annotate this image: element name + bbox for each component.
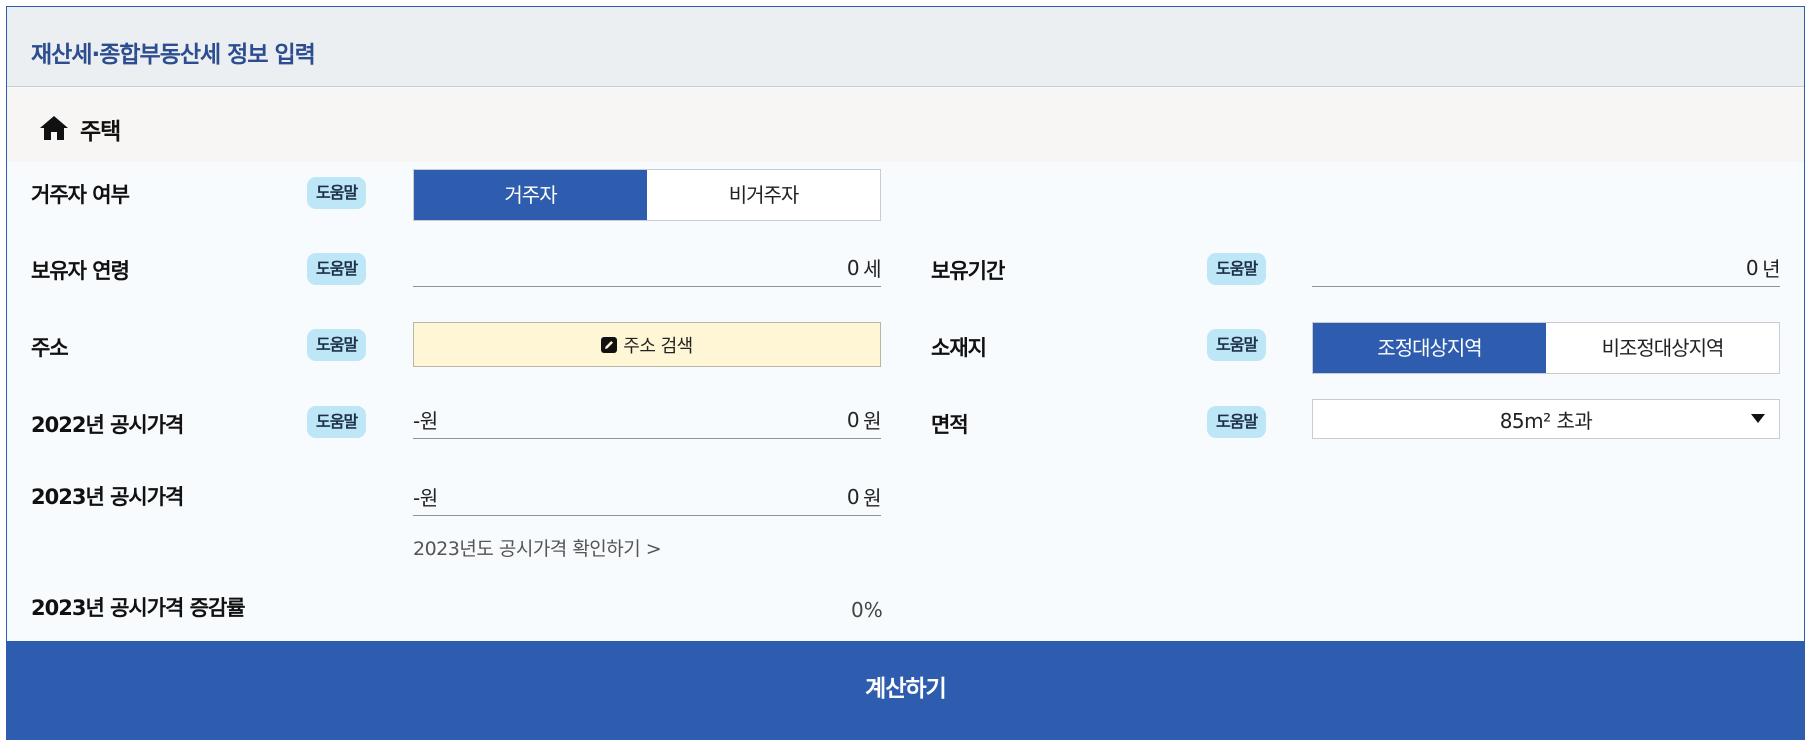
- price-2023-unit: 원: [863, 486, 881, 510]
- area-selected-value: 85m² 초과: [1499, 408, 1593, 433]
- change-rate-value: 0%: [851, 598, 883, 622]
- holding-period-value: 0: [1745, 255, 1759, 280]
- price-2023-check-link[interactable]: 2023년도 공시가격 확인하기 >: [413, 534, 662, 561]
- holding-period-input[interactable]: 0 년: [1312, 249, 1780, 287]
- owner-age-value: 0: [846, 255, 860, 280]
- owner-age-input[interactable]: 0 세: [413, 249, 881, 287]
- holding-period-label: 보유기간: [931, 259, 1005, 283]
- change-rate-label: 2023년 공시가격 증감률: [31, 596, 246, 620]
- calculate-button[interactable]: 계산하기: [7, 641, 1804, 739]
- owner-age-unit: 세: [863, 257, 881, 281]
- price-2022-input[interactable]: -원 0 원: [413, 401, 881, 439]
- caret-down-icon: [1751, 414, 1765, 423]
- panel-header: 재산세·종합부동산세 정보 입력: [7, 7, 1804, 87]
- non-regulated-area-option[interactable]: 비조정대상지역: [1546, 323, 1779, 373]
- area-label: 면적: [931, 413, 969, 437]
- location-label: 소재지: [931, 336, 987, 360]
- area-select[interactable]: 85m² 초과: [1312, 399, 1780, 439]
- resident-option[interactable]: 거주자: [414, 170, 647, 220]
- regulated-area-option[interactable]: 조정대상지역: [1313, 323, 1546, 373]
- residency-toggle: 거주자 비거주자: [413, 169, 881, 221]
- price-2022-help-button[interactable]: 도움말: [307, 406, 367, 438]
- edit-icon: [601, 336, 618, 353]
- price-2022-value: 0: [846, 407, 860, 432]
- price-2022-unit: 원: [863, 409, 881, 433]
- holding-period-unit: 년: [1762, 257, 1780, 281]
- price-2023-hint: -원: [413, 486, 438, 510]
- section-header: 주택: [7, 88, 1804, 162]
- address-help-button[interactable]: 도움말: [307, 329, 367, 361]
- owner-age-label: 보유자 연령: [31, 259, 130, 283]
- address-label: 주소: [31, 336, 69, 360]
- residency-help-button[interactable]: 도움말: [307, 177, 367, 209]
- section-title: 주택: [80, 119, 121, 145]
- tax-input-panel: 재산세·종합부동산세 정보 입력 주택 거주자 여부 도움말 거주자 비거주자 …: [6, 6, 1805, 740]
- price-2022-label: 2022년 공시가격: [31, 413, 184, 437]
- holding-period-help-button[interactable]: 도움말: [1207, 253, 1267, 285]
- location-help-button[interactable]: 도움말: [1207, 329, 1267, 361]
- page-title: 재산세·종합부동산세 정보 입력: [31, 42, 316, 68]
- address-search-button[interactable]: 주소 검색: [413, 322, 881, 367]
- area-help-button[interactable]: 도움말: [1207, 406, 1267, 438]
- house-icon: [40, 116, 68, 140]
- location-toggle: 조정대상지역 비조정대상지역: [1312, 322, 1780, 374]
- address-search-label: 주소 검색: [623, 335, 693, 357]
- price-2022-hint: -원: [413, 409, 438, 433]
- non-resident-option[interactable]: 비거주자: [647, 170, 880, 220]
- residency-label: 거주자 여부: [31, 183, 130, 207]
- owner-age-help-button[interactable]: 도움말: [307, 253, 367, 285]
- price-2023-input[interactable]: -원 0 원: [413, 478, 881, 516]
- price-2023-label: 2023년 공시가격: [31, 485, 184, 509]
- price-2023-value: 0: [846, 484, 860, 509]
